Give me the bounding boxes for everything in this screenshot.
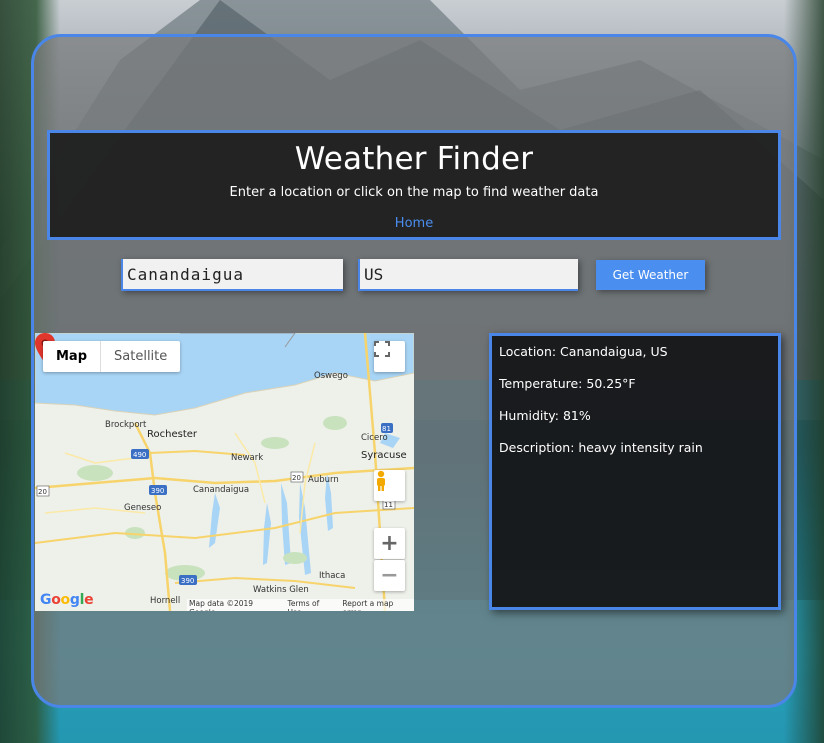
weather-description: Description: heavy intensity rain bbox=[499, 440, 703, 455]
shield-i390-north: 390 bbox=[151, 487, 164, 495]
map-tiles: 490 390 390 81 20 20 11 bbox=[35, 333, 414, 611]
weather-temperature: Temperature: 50.25°F bbox=[499, 376, 636, 391]
place-rochester: Rochester bbox=[147, 429, 197, 440]
place-syracuse: Syracuse bbox=[361, 450, 407, 461]
place-ithaca: Ithaca bbox=[319, 571, 346, 581]
zoom-out-button[interactable]: − bbox=[374, 560, 405, 591]
city-input[interactable] bbox=[121, 259, 343, 291]
place-brockport: Brockport bbox=[105, 420, 147, 430]
header: Weather Finder Enter a location or click… bbox=[47, 130, 781, 240]
place-hornell: Hornell bbox=[150, 596, 181, 606]
pegman-icon[interactable] bbox=[374, 470, 405, 501]
country-input[interactable] bbox=[358, 259, 578, 291]
place-canandaigua: Canandaigua bbox=[193, 485, 250, 495]
map-type-satellite[interactable]: Satellite bbox=[101, 341, 180, 372]
place-newark: Newark bbox=[231, 453, 264, 463]
shield-20-east: 20 bbox=[292, 474, 301, 482]
terms-link[interactable]: Terms of Use bbox=[288, 599, 335, 611]
place-watkins-glen: Watkins Glen bbox=[253, 585, 309, 595]
page-subtitle: Enter a location or click on the map to … bbox=[229, 185, 599, 200]
shield-11: 11 bbox=[384, 501, 393, 509]
shield-i490: 490 bbox=[133, 451, 146, 459]
get-weather-button[interactable]: Get Weather bbox=[596, 260, 705, 290]
weather-humidity: Humidity: 81% bbox=[499, 408, 591, 423]
zoom-in-button[interactable]: + bbox=[374, 528, 405, 559]
shield-20-west: 20 bbox=[38, 488, 47, 496]
map-type-control: Map Satellite bbox=[43, 341, 181, 372]
map-data-credit: Map data ©2019 Google bbox=[189, 599, 254, 611]
place-geneseo: Geneseo bbox=[124, 503, 162, 513]
weather-location: Location: Canandaigua, US bbox=[499, 344, 668, 359]
shield-i390-south: 390 bbox=[181, 577, 194, 585]
map[interactable]: 490 390 390 81 20 20 11 Oswego Brockport… bbox=[35, 333, 414, 611]
place-oswego: Oswego bbox=[314, 371, 348, 381]
map-type-map[interactable]: Map bbox=[43, 341, 102, 372]
fullscreen-icon[interactable] bbox=[374, 341, 405, 372]
weather-info-panel: Location: Canandaigua, US Temperature: 5… bbox=[489, 333, 781, 610]
google-logo: Google bbox=[40, 592, 94, 608]
home-link[interactable]: Home bbox=[395, 216, 433, 231]
place-auburn: Auburn bbox=[308, 475, 339, 485]
page-title: Weather Finder bbox=[294, 141, 534, 177]
map-footer: Map data ©2019 Google Terms of Use Repor… bbox=[187, 599, 414, 611]
shield-81: 81 bbox=[382, 425, 391, 433]
place-cicero: Cicero bbox=[361, 433, 388, 443]
report-map-error-link[interactable]: Report a map error bbox=[342, 599, 412, 611]
